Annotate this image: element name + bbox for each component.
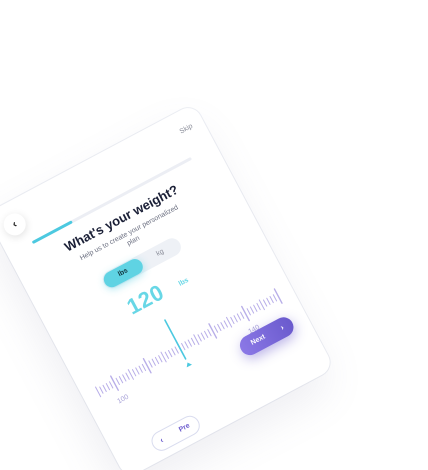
ruler-tick	[256, 302, 261, 311]
previous-button-label: Pre	[177, 422, 192, 434]
ruler-tick	[204, 330, 209, 338]
ruler-tick	[266, 297, 271, 305]
page-title: What's your weight?	[61, 181, 181, 255]
ruler-tick	[151, 358, 156, 366]
ruler-tick	[154, 356, 160, 365]
ruler-tick	[118, 376, 124, 384]
ruler-tick	[187, 339, 192, 347]
ruler-pointer-icon	[186, 362, 193, 368]
ruler-tick	[127, 369, 134, 380]
chevron-left-icon: ‹	[158, 435, 165, 445]
ruler-tick	[110, 375, 119, 391]
ruler-tick	[236, 313, 242, 321]
ruler-tick	[102, 384, 107, 392]
ruler-tick	[109, 381, 114, 389]
ruler-tick	[141, 363, 147, 372]
weight-unit: lbs	[177, 276, 190, 288]
ruler-tick	[223, 320, 228, 328]
ruler-tick	[160, 351, 167, 363]
ruler-tick	[220, 322, 225, 330]
skip-link[interactable]: Skip	[179, 123, 194, 136]
ruler-tick	[240, 311, 245, 319]
ruler-tick	[138, 365, 143, 373]
ruler-tick	[208, 323, 218, 339]
ruler-selection-indicator[interactable]	[164, 319, 187, 360]
ruler-tick	[148, 360, 153, 368]
ruler-tick	[122, 374, 127, 382]
ruler-tick	[115, 377, 120, 386]
ruler-tick	[142, 357, 152, 374]
ruler-tick	[193, 334, 200, 345]
ruler-tick	[168, 349, 173, 358]
ruler-tick	[246, 308, 251, 316]
ruler-tick	[131, 369, 137, 377]
ruler-tick	[258, 299, 265, 311]
chevron-left-icon: ‹	[10, 218, 20, 231]
ruler-tick	[158, 355, 163, 363]
ruler-tick	[181, 342, 186, 351]
ruler-tick	[200, 332, 206, 340]
ruler-tick	[184, 341, 189, 349]
ruler-tick-label: 100	[116, 394, 130, 406]
ruler-tick	[217, 323, 222, 332]
ruler-tick	[174, 346, 179, 354]
ruler-tick	[269, 295, 274, 304]
ruler-tick	[197, 334, 202, 342]
ruler-tick	[233, 315, 238, 323]
ruler-tick	[226, 316, 233, 328]
ruler-tick	[213, 325, 219, 333]
previous-button[interactable]: ‹ Pre	[149, 413, 202, 453]
unit-option-lbs[interactable]: lbs	[101, 256, 146, 291]
ruler-tick	[99, 386, 104, 394]
ruler-tick	[272, 294, 278, 302]
ruler-tick	[249, 306, 255, 314]
ruler-tick	[207, 329, 212, 337]
ruler-tick	[105, 383, 111, 391]
ruler-tick	[241, 305, 250, 322]
screen-canvas: ‹ Skip What's your weight? Help us to cr…	[0, 0, 428, 470]
ruler-tick	[273, 288, 283, 304]
ruler-tick	[95, 386, 102, 398]
phone-screen: ‹ Skip What's your weight? Help us to cr…	[0, 103, 335, 470]
ruler-tick	[262, 299, 268, 307]
ruler-tick	[230, 316, 235, 325]
ruler-tick	[125, 372, 130, 380]
ruler-tick	[135, 367, 140, 375]
ruler-tick	[171, 348, 176, 356]
ruler-tick	[190, 337, 196, 345]
chevron-right-icon: ›	[278, 322, 286, 333]
ruler-tick	[164, 351, 170, 359]
back-button[interactable]: ‹	[0, 209, 30, 240]
unit-option-kg[interactable]: kg	[138, 236, 183, 270]
ruler-tick	[253, 304, 258, 312]
